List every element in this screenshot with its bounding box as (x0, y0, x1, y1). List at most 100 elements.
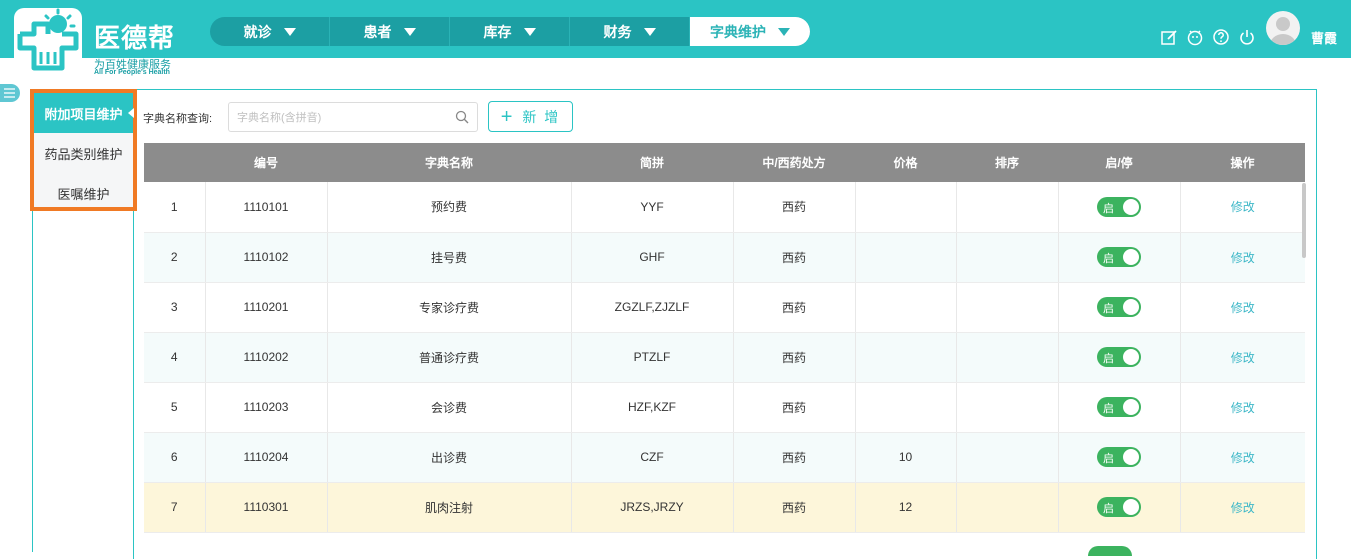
avatar[interactable] (1266, 11, 1300, 45)
table-row[interactable]: 2 1110102 挂号费 GHF 西药 启 修改 (144, 232, 1305, 283)
nav-item-patient[interactable]: 患者 (330, 17, 450, 46)
user-avatar-icon (1270, 17, 1296, 45)
edit-link[interactable]: 修改 (1231, 200, 1255, 214)
table-row[interactable]: 6 1110204 出诊费 CZF 西药 10 启 修改 (144, 432, 1305, 483)
cell-index: 5 (144, 382, 206, 433)
power-icon[interactable] (1238, 28, 1256, 46)
cell-code: 1110203 (205, 382, 328, 433)
cell-price: 12 (855, 482, 957, 533)
panel-border (32, 211, 33, 552)
table-row[interactable]: 7 1110301 肌肉注射 JRZS,JRZY 西药 12 启 修改 (144, 482, 1305, 533)
add-button[interactable]: + 新 增 (488, 101, 573, 132)
toggle-knob (1123, 249, 1139, 265)
help-icon[interactable] (1212, 28, 1230, 46)
sidebar-item-label: 医嘱维护 (57, 186, 110, 202)
cell-abbr: HZF,KZF (571, 382, 734, 433)
cell-code: 1110201 (205, 282, 328, 333)
toggle-label: 启 (1103, 503, 1114, 515)
cell-name: 专家诊疗费 (327, 282, 572, 333)
cell-name: 出诊费 (327, 432, 572, 483)
bell-icon[interactable] (1186, 28, 1204, 46)
toggle-label: 启 (1103, 353, 1114, 365)
search-label: 字典名称查询: (143, 113, 213, 125)
edit-icon[interactable] (1160, 28, 1178, 46)
status-toggle[interactable]: 启 (1097, 247, 1141, 267)
search-icon[interactable] (455, 110, 469, 124)
cell-type: 西药 (733, 182, 856, 233)
cell-index: 6 (144, 432, 206, 483)
cell-status: 启 (1058, 232, 1181, 283)
cell-abbr: PTZLF (571, 332, 734, 383)
cell-actions: 修改 (1180, 182, 1305, 233)
edit-link[interactable]: 修改 (1231, 501, 1255, 515)
cell-actions: 修改 (1180, 332, 1305, 383)
status-toggle[interactable] (1088, 546, 1132, 556)
status-toggle[interactable]: 启 (1097, 347, 1141, 367)
search-box (228, 102, 478, 132)
cell-status: 启 (1058, 382, 1181, 433)
chevron-down-icon (523, 27, 536, 36)
toggle-knob (1123, 399, 1139, 415)
logo-badge (14, 8, 82, 74)
column-header-index (144, 143, 205, 182)
sidebar-item-addon-items[interactable]: 附加项目维护 (34, 93, 134, 133)
column-header-status: 启/停 (1058, 143, 1180, 182)
logo-slogan: All For People's Health (94, 69, 170, 76)
cell-status: 启 (1058, 482, 1181, 533)
logo-title: 医德帮 (94, 24, 176, 54)
cell-sort (956, 182, 1059, 233)
status-toggle[interactable]: 启 (1097, 447, 1141, 467)
cell-index: 2 (144, 232, 206, 283)
toggle-label: 启 (1103, 253, 1114, 265)
cell-code: 1110102 (205, 232, 328, 283)
status-toggle[interactable]: 启 (1097, 297, 1141, 317)
table-row[interactable]: 1 1110101 预约费 YYF 西药 启 修改 (144, 182, 1305, 233)
cell-status: 启 (1058, 182, 1181, 233)
add-button-label: 新 增 (522, 108, 561, 125)
table-row[interactable]: 4 1110202 普通诊疗费 PTZLF 西药 启 修改 (144, 332, 1305, 383)
cell-actions: 修改 (1180, 482, 1305, 533)
cell-type: 西药 (733, 232, 856, 283)
cell-code: 1110202 (205, 332, 328, 383)
cell-sort (956, 232, 1059, 283)
table-row[interactable]: 3 1110201 专家诊疗费 ZGZLF,ZJZLF 西药 启 修改 (144, 282, 1305, 333)
sidebar-item-medical-orders[interactable]: 医嘱维护 (34, 173, 133, 213)
cell-abbr: ZGZLF,ZJZLF (571, 282, 734, 333)
cell-actions: 修改 (1180, 282, 1305, 333)
cell-code: 1110301 (205, 482, 328, 533)
cell-name: 会诊费 (327, 382, 572, 433)
table-row[interactable]: 5 1110203 会诊费 HZF,KZF 西药 启 修改 (144, 382, 1305, 433)
cell-index: 4 (144, 332, 206, 383)
status-toggle[interactable]: 启 (1097, 397, 1141, 417)
nav-item-finance[interactable]: 财务 (570, 17, 690, 46)
edit-link[interactable]: 修改 (1231, 351, 1255, 365)
search-input[interactable] (237, 109, 447, 127)
status-toggle[interactable]: 启 (1097, 497, 1141, 517)
edit-link[interactable]: 修改 (1231, 301, 1255, 315)
edit-link[interactable]: 修改 (1231, 401, 1255, 415)
logo-mark-icon (17, 8, 79, 71)
nav-item-visit[interactable]: 就诊 (210, 17, 330, 46)
chevron-down-icon (643, 27, 656, 36)
edit-link[interactable]: 修改 (1231, 451, 1255, 465)
toggle-knob (1123, 449, 1139, 465)
user-name[interactable]: 曹霞 (1311, 28, 1337, 47)
cell-actions: 修改 (1180, 382, 1305, 433)
sidebar-item-drug-category[interactable]: 药品类别维护 (34, 133, 133, 173)
cell-type: 西药 (733, 382, 856, 433)
cell-code: 1110101 (205, 182, 328, 233)
sidebar: 附加项目维护 药品类别维护 医嘱维护 (30, 89, 137, 211)
cell-type: 西药 (733, 282, 856, 333)
edit-link[interactable]: 修改 (1231, 251, 1255, 265)
nav-item-inventory[interactable]: 库存 (450, 17, 570, 46)
table-scrollbar[interactable] (1302, 183, 1306, 258)
cell-sort (956, 482, 1059, 533)
toggle-label: 启 (1103, 403, 1114, 415)
status-toggle[interactable]: 启 (1097, 196, 1141, 217)
cell-code: 1110204 (205, 432, 328, 483)
menu-toggle-button[interactable] (0, 84, 20, 102)
cell-sort (956, 282, 1059, 333)
nav-item-dictionary[interactable]: 字典维护 (690, 17, 810, 46)
column-header-name: 字典名称 (327, 143, 571, 182)
cell-actions: 修改 (1180, 432, 1305, 483)
